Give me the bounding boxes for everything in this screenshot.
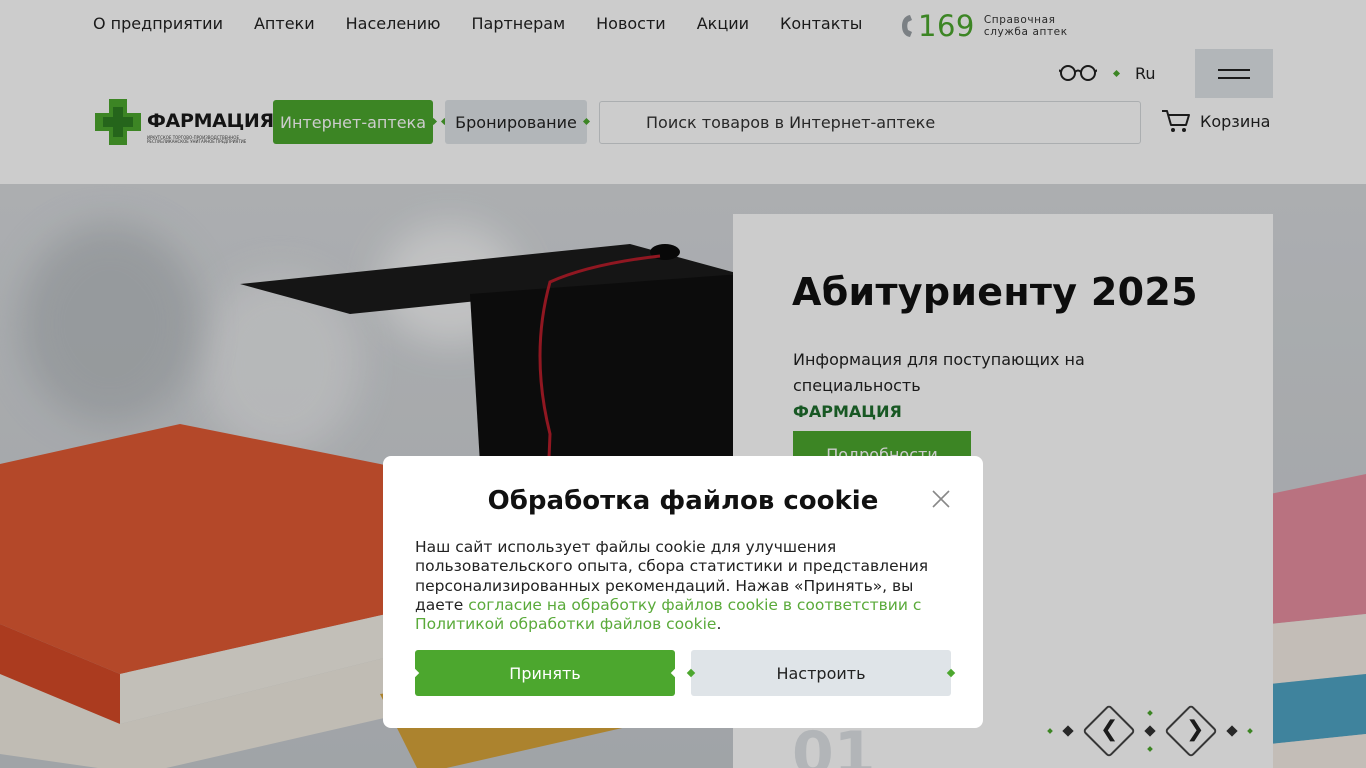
cookie-policy-link[interactable]: согласие на обработку файлов cookie в со… — [415, 596, 921, 633]
divider-dot — [410, 668, 420, 678]
cookie-text-end: . — [716, 615, 722, 634]
cookie-dialog-title: Обработка файлов cookie — [487, 486, 879, 516]
divider-dot — [946, 668, 956, 678]
divider-dot — [686, 668, 696, 678]
configure-button[interactable]: Настроить — [686, 650, 956, 696]
accept-label: Принять — [509, 663, 581, 683]
configure-label: Настроить — [776, 663, 866, 683]
cookie-consent-dialog: Обработка файлов cookie Наш сайт использ… — [383, 456, 983, 728]
close-icon[interactable] — [931, 489, 951, 509]
divider-dot — [670, 668, 680, 678]
cookie-dialog-text: Наш сайт использует файлы cookie для улу… — [415, 538, 955, 634]
accept-button[interactable]: Принять — [410, 650, 680, 696]
